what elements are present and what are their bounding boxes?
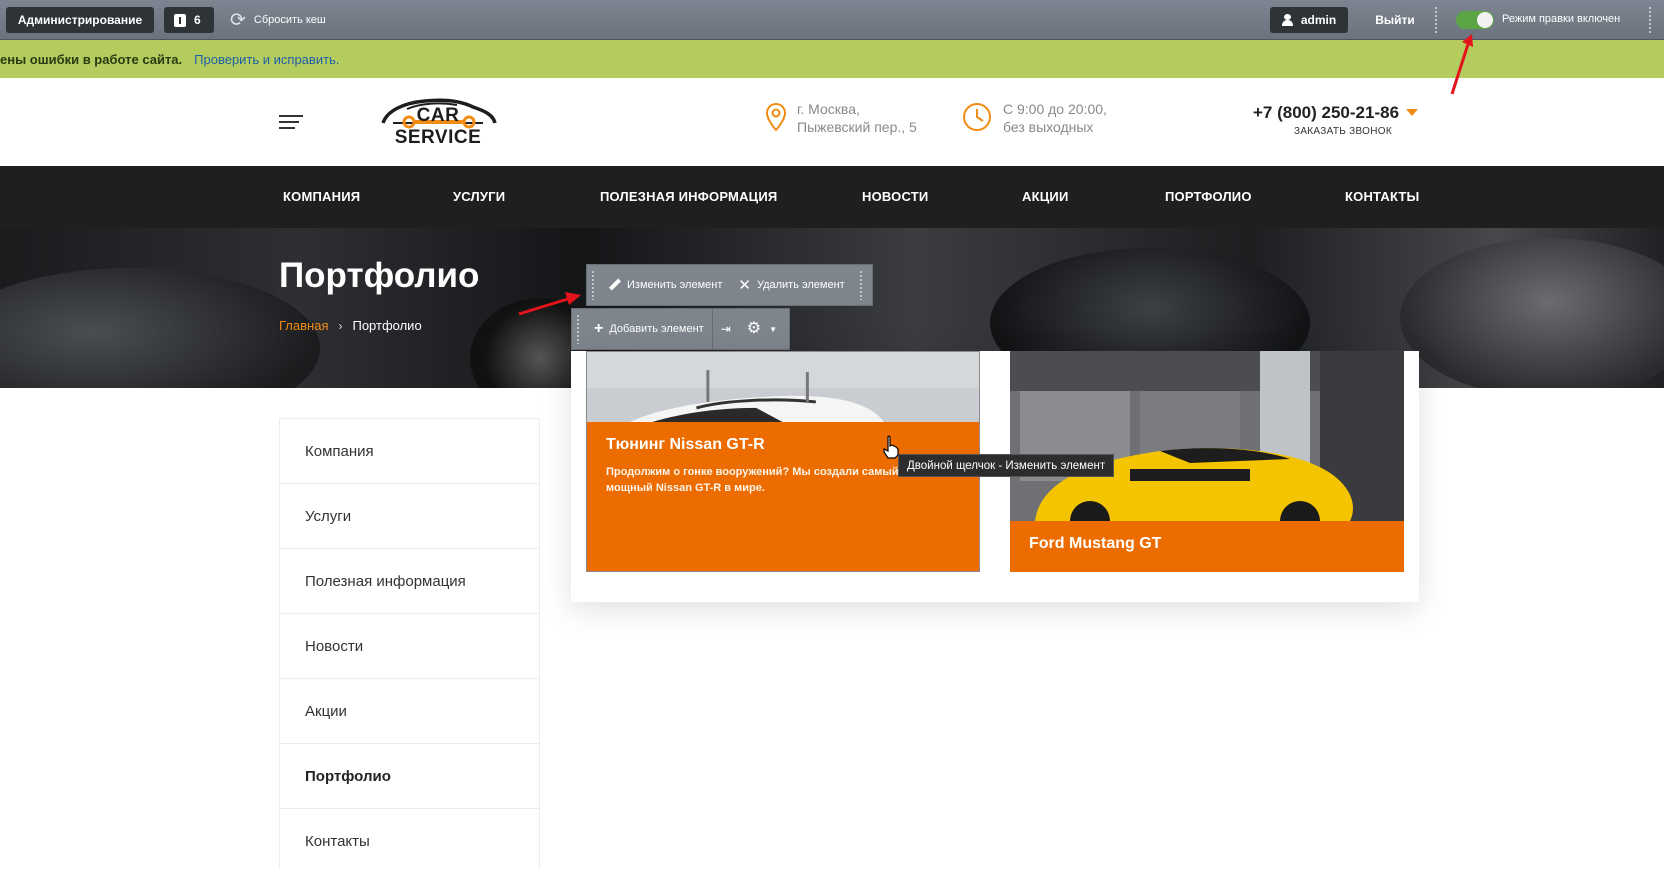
address: г. Москва, Пыжевский пер., 5 bbox=[797, 100, 917, 136]
sidebar-item-promotions[interactable]: Акции bbox=[280, 679, 539, 744]
card-title: Тюнинг Nissan GT-R bbox=[606, 436, 765, 453]
check-and-fix-link[interactable]: Проверить и исправить. bbox=[194, 52, 339, 67]
breadcrumb-home-link[interactable]: Главная bbox=[279, 318, 328, 333]
card-body: Ford Mustang GT bbox=[1010, 521, 1404, 572]
notifications-button[interactable]: 6 bbox=[164, 7, 214, 33]
chevron-down-icon: ▼ bbox=[769, 324, 778, 334]
user-label: admin bbox=[1300, 13, 1337, 27]
clock-icon bbox=[963, 103, 991, 131]
pin-toolbar-button[interactable]: ⇥ bbox=[713, 309, 739, 349]
hand-cursor-icon bbox=[883, 435, 899, 459]
user-button[interactable]: admin bbox=[1270, 7, 1348, 33]
reset-cache-button[interactable]: ⟳ Сбросить кеш bbox=[230, 7, 370, 33]
sidebar-menu: Компания Услуги Полезная информация Ново… bbox=[279, 418, 540, 869]
page-title: Портфолио bbox=[279, 256, 480, 295]
gear-icon: ⚙ bbox=[746, 320, 762, 337]
working-hours: С 9:00 до 20:00, без выходных bbox=[1003, 100, 1107, 136]
pin-icon: ⇥ bbox=[720, 322, 731, 336]
pencil-icon bbox=[609, 279, 621, 291]
chevron-down-icon[interactable] bbox=[1406, 109, 1418, 116]
main-navigation: КОМПАНИЯ УСЛУГИ ПОЛЕЗНАЯ ИНФОРМАЦИЯ НОВО… bbox=[0, 166, 1664, 228]
sidebar-item-news[interactable]: Новости bbox=[280, 614, 539, 679]
card-title: Ford Mustang GT bbox=[1029, 535, 1162, 552]
nav-item-services[interactable]: УСЛУГИ bbox=[453, 166, 505, 228]
add-element-button[interactable]: + Добавить элемент bbox=[586, 309, 712, 349]
add-element-label: Добавить элемент bbox=[609, 323, 704, 335]
hours-line-2: без выходных bbox=[1003, 119, 1094, 135]
card-body: Тюнинг Nissan GT-R Продолжим о гонке воо… bbox=[587, 422, 979, 571]
element-edit-toolbar: Изменить элемент ✕ Удалить элемент bbox=[586, 264, 873, 306]
tooltip: Двойной щелчок - Изменить элемент bbox=[898, 454, 1115, 477]
phone-number[interactable]: +7 (800) 250-21-86 bbox=[1253, 103, 1399, 123]
logo[interactable]: CAR SERVICE bbox=[373, 93, 503, 149]
drag-handle[interactable] bbox=[591, 270, 595, 300]
nissan-gtr-image bbox=[587, 352, 979, 424]
card-description: Продолжим о гонке вооружений? Мы создали… bbox=[606, 466, 899, 494]
breadcrumb-current: Портфолио bbox=[352, 318, 422, 333]
toggle-knob bbox=[1477, 12, 1493, 28]
close-icon: ✕ bbox=[738, 276, 751, 294]
breadcrumb: Главная › Портфолио bbox=[279, 318, 422, 333]
logo-text: CAR SERVICE bbox=[394, 105, 482, 148]
address-line-1: г. Москва, bbox=[797, 101, 860, 117]
administration-label: Администрирование bbox=[17, 13, 143, 27]
sidebar-item-portfolio[interactable]: Портфолио bbox=[280, 744, 539, 809]
user-icon bbox=[1281, 14, 1293, 26]
edit-element-label: Изменить элемент bbox=[627, 279, 723, 291]
block-edit-toolbar: + Добавить элемент ⇥ ⚙ ▼ bbox=[571, 308, 790, 350]
chevron-right-icon: › bbox=[338, 318, 343, 333]
drag-handle[interactable] bbox=[1648, 6, 1652, 34]
nav-item-company[interactable]: КОМПАНИЯ bbox=[283, 166, 360, 228]
administration-button[interactable]: Администрирование bbox=[6, 7, 154, 33]
ford-mustang-image bbox=[1010, 351, 1404, 521]
sidebar-item-contacts[interactable]: Контакты bbox=[280, 809, 539, 869]
delete-element-label: Удалить элемент bbox=[756, 279, 845, 291]
plus-icon: + bbox=[594, 320, 604, 337]
annotation-arrow-icon bbox=[518, 292, 581, 316]
edit-mode-toggle[interactable] bbox=[1456, 11, 1494, 29]
sidebar-item-company[interactable]: Компания bbox=[280, 419, 539, 484]
sidebar-item-useful-info[interactable]: Полезная информация bbox=[280, 549, 539, 614]
annotation-arrow-icon bbox=[1450, 34, 1473, 95]
nav-item-useful-info[interactable]: ПОЛЕЗНАЯ ИНФОРМАЦИЯ bbox=[600, 166, 777, 228]
hours-line-1: С 9:00 до 20:00, bbox=[1003, 101, 1107, 117]
info-icon bbox=[174, 13, 186, 27]
site-check-warning: ены ошибки в работе сайта. Проверить и и… bbox=[0, 40, 1664, 78]
settings-button[interactable]: ⚙ ▼ bbox=[739, 309, 785, 349]
sidebar-item-services[interactable]: Услуги bbox=[280, 484, 539, 549]
address-line-2: Пыжевский пер., 5 bbox=[797, 119, 917, 135]
admin-panel: Администрирование 6 ⟳ Сбросить кеш admin… bbox=[0, 0, 1664, 40]
refresh-icon: ⟳ bbox=[230, 9, 246, 31]
warning-text: ены ошибки в работе сайта. bbox=[0, 51, 183, 67]
logout-button[interactable]: Выйти bbox=[1370, 7, 1420, 33]
location-pin-icon bbox=[765, 102, 787, 132]
hamburger-menu-icon[interactable] bbox=[279, 114, 303, 130]
logout-label: Выйти bbox=[1375, 13, 1415, 27]
drag-handle[interactable] bbox=[1434, 6, 1438, 34]
drag-handle[interactable] bbox=[858, 270, 863, 300]
nav-item-contacts[interactable]: КОНТАКТЫ bbox=[1345, 166, 1419, 228]
delete-element-button[interactable]: ✕ Удалить элемент bbox=[730, 265, 852, 305]
edit-mode-label: Режим правки включен bbox=[1502, 13, 1621, 25]
edit-element-button[interactable]: Изменить элемент bbox=[601, 265, 730, 305]
request-callback-link[interactable]: ЗАКАЗАТЬ ЗВОНОК bbox=[1294, 126, 1392, 137]
nav-item-news[interactable]: НОВОСТИ bbox=[862, 166, 928, 228]
notifications-count: 6 bbox=[194, 13, 201, 27]
nav-item-promotions[interactable]: АКЦИИ bbox=[1022, 166, 1069, 228]
reset-cache-label: Сбросить кеш bbox=[253, 14, 326, 26]
nav-item-portfolio[interactable]: ПОРТФОЛИО bbox=[1165, 166, 1252, 228]
